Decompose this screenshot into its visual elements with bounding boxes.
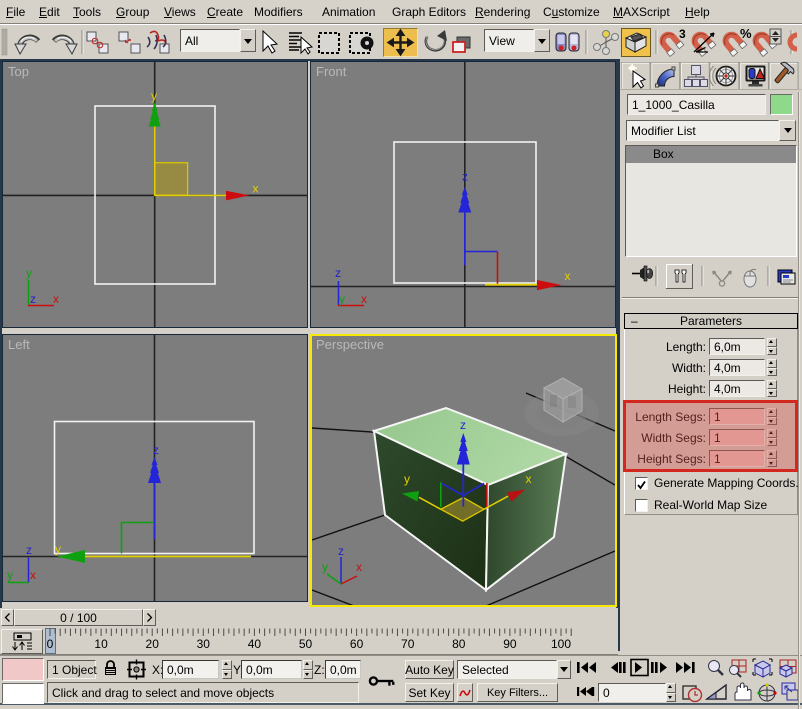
svg-text:x: x [356, 560, 362, 574]
svg-text:z: z [153, 443, 159, 457]
svg-text:100: 100 [551, 637, 571, 651]
svg-text:x: x [565, 269, 571, 283]
svg-text:3: 3 [679, 27, 686, 41]
svg-text:z: z [26, 543, 32, 557]
svg-text:x: x [53, 292, 59, 306]
svg-text:0: 0 [47, 637, 54, 651]
svg-text:70: 70 [401, 637, 415, 651]
svg-text:40: 40 [248, 637, 262, 651]
svg-text:10: 10 [94, 637, 108, 651]
svg-text:x: x [361, 292, 367, 306]
svg-text:x: x [526, 472, 532, 486]
svg-text:20: 20 [146, 637, 160, 651]
svg-text:y: y [55, 542, 61, 556]
svg-text:30: 30 [197, 637, 211, 651]
svg-text:90: 90 [503, 637, 517, 651]
svg-text:y: y [26, 266, 32, 280]
svg-text:z: z [335, 266, 341, 280]
svg-text:z: z [338, 544, 344, 558]
svg-text:y: y [404, 472, 410, 486]
svg-text:50: 50 [299, 637, 313, 651]
svg-text:80: 80 [452, 637, 466, 651]
svg-text:z: z [462, 170, 468, 184]
svg-text:y: y [7, 568, 13, 582]
svg-text:x: x [30, 568, 36, 582]
svg-text:y: y [339, 292, 345, 306]
svg-text:z: z [460, 418, 466, 432]
svg-text:60: 60 [350, 637, 364, 651]
svg-text:y: y [322, 560, 328, 574]
svg-text:y: y [151, 89, 157, 103]
svg-text:x: x [253, 182, 259, 196]
svg-text:z: z [30, 292, 36, 306]
svg-text:%: % [740, 26, 752, 41]
